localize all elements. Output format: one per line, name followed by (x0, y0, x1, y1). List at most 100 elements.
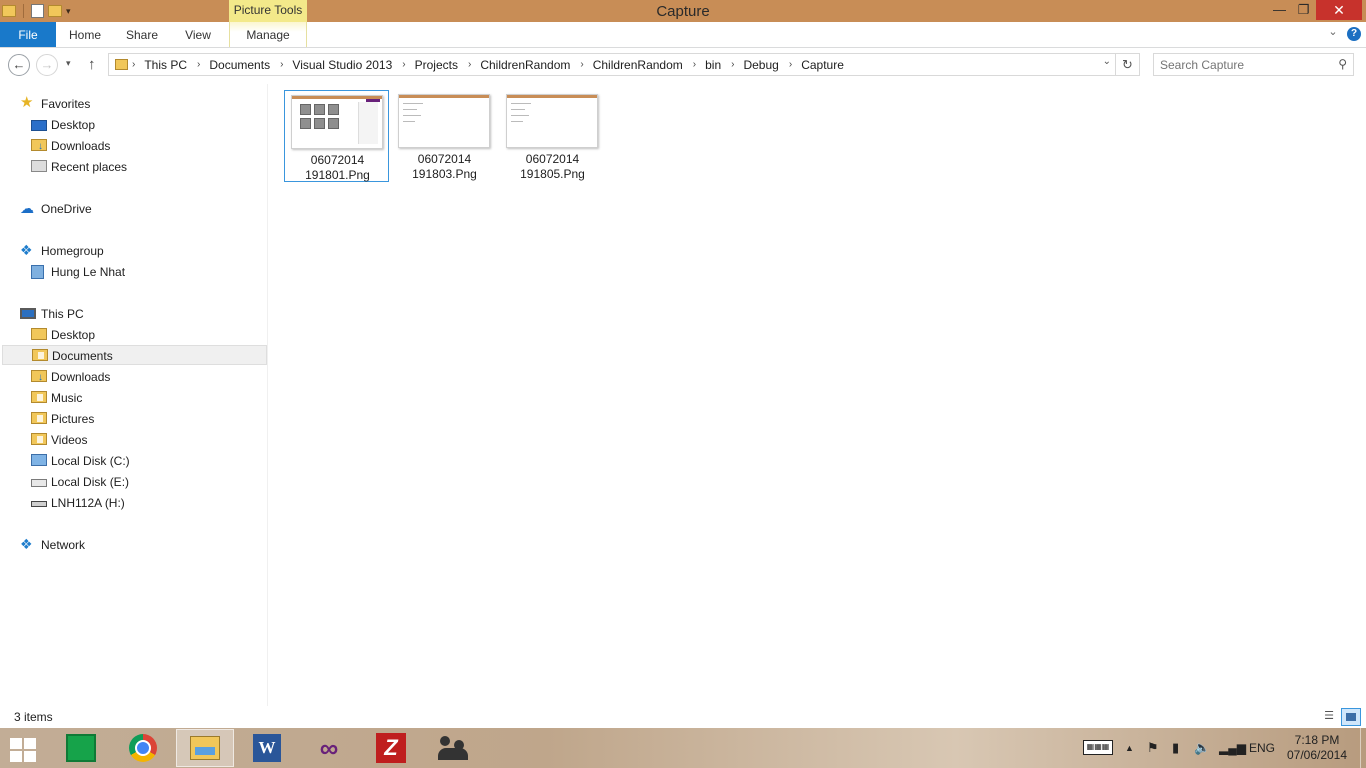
nav-pc-music[interactable]: Music (0, 388, 268, 408)
tab-file[interactable]: File (0, 22, 56, 47)
search-icon[interactable]: ⚲ (1338, 57, 1347, 71)
taskbar-filezilla[interactable]: Z (362, 729, 420, 767)
details-view-icon[interactable]: ☰ (1321, 709, 1337, 725)
pictures-icon (31, 412, 47, 424)
nav-favorites-desktop[interactable]: Desktop (0, 115, 268, 135)
computer-icon (20, 308, 36, 319)
search-box[interactable]: ⚲ (1153, 53, 1354, 76)
file-item[interactable]: 06072014 191805.Png (500, 90, 605, 182)
breadcrumb-childrenrandom[interactable]: ChildrenRandom (480, 58, 570, 72)
nav-recent-places[interactable]: Recent places (0, 157, 268, 177)
file-name-line2: 191805.Png (520, 167, 585, 181)
nav-homegroup-user[interactable]: Hung Le Nhat (0, 262, 268, 282)
file-name-line2: 191801.Png (305, 168, 370, 182)
breadcrumb-this-pc[interactable]: This PC (144, 58, 187, 72)
nav-label: Network (41, 538, 86, 552)
thumbnail-titlebar (507, 95, 597, 98)
nav-onedrive[interactable]: ☁ OneDrive (0, 199, 268, 219)
action-center-flag-icon[interactable]: ⚑ (1147, 728, 1159, 768)
customize-qat-icon[interactable]: ▾ (66, 6, 71, 17)
breadcrumb-projects[interactable]: Projects (415, 58, 458, 72)
nav-homegroup[interactable]: ❖ Homegroup (0, 241, 268, 261)
taskbar-word[interactable]: W (238, 729, 296, 767)
file-explorer-icon (190, 736, 220, 760)
address-dropdown-icon[interactable]: ⌄ (1103, 56, 1111, 67)
nav-pc-downloads[interactable]: Downloads (0, 367, 268, 388)
picture-tools-label: Picture Tools (229, 0, 307, 22)
nav-this-pc[interactable]: This PC (0, 304, 268, 324)
network-signal-icon[interactable]: ▂▄▆ (1219, 728, 1246, 768)
restore-button[interactable]: ❐ (1290, 0, 1317, 20)
folder-icon (115, 59, 128, 70)
nav-pc-videos[interactable]: Videos (0, 430, 268, 450)
breadcrumb-separator[interactable]: › (280, 59, 283, 70)
windows-logo-icon (10, 738, 22, 749)
file-item[interactable]: 06072014 191803.Png (392, 90, 497, 182)
nav-favorites[interactable]: ★ Favorites (0, 94, 268, 114)
quick-access-toolbar: ▾ (0, 0, 71, 22)
nav-usb-drive-h[interactable]: LNH112A (H:) (0, 493, 268, 513)
nav-local-disk-c[interactable]: Local Disk (C:) (0, 451, 268, 471)
search-input[interactable] (1154, 54, 1324, 75)
taskbar-file-explorer[interactable] (176, 729, 234, 767)
show-desktop-button[interactable] (1360, 728, 1366, 768)
people-icon (438, 734, 468, 762)
tab-view[interactable]: View (172, 22, 224, 47)
touch-keyboard-icon[interactable]: ▦▦▦ (1083, 740, 1113, 755)
taskbar-store[interactable] (52, 729, 110, 767)
start-button[interactable] (8, 736, 38, 762)
breadcrumb-separator[interactable]: › (197, 59, 200, 70)
taskbar-visual-studio[interactable]: ∞ (300, 729, 358, 767)
chrome-icon (129, 734, 157, 762)
file-item[interactable]: 06072014 191801.Png (284, 90, 389, 182)
refresh-button[interactable]: ↻ (1116, 53, 1140, 76)
address-bar[interactable]: › This PC › Documents › Visual Studio 20… (108, 53, 1116, 76)
breadcrumb-childrenrandom-2[interactable]: ChildrenRandom (593, 58, 683, 72)
taskbar-chrome[interactable] (114, 729, 172, 767)
volume-icon[interactable]: 🔈 (1194, 728, 1210, 768)
input-language[interactable]: ENG (1249, 728, 1275, 768)
breadcrumb-documents[interactable]: Documents (209, 58, 270, 72)
minimize-button[interactable]: — (1266, 0, 1293, 20)
nav-favorites-downloads[interactable]: Downloads (0, 136, 268, 157)
nav-pc-pictures[interactable]: Pictures (0, 409, 268, 429)
breadcrumb-separator[interactable]: › (693, 59, 696, 70)
forward-button[interactable]: → (36, 54, 58, 76)
breadcrumb-separator[interactable]: › (402, 59, 405, 70)
nav-pc-desktop[interactable]: Desktop (0, 325, 268, 345)
tab-home[interactable]: Home (58, 22, 112, 47)
tab-manage[interactable]: Manage (229, 22, 307, 47)
taskbar-people-app[interactable] (424, 729, 482, 767)
expand-ribbon-icon[interactable]: ⌄ (1325, 25, 1341, 43)
nav-local-disk-e[interactable]: Local Disk (E:) (0, 472, 268, 492)
properties-icon[interactable] (31, 4, 44, 18)
nav-network[interactable]: ❖ Network (0, 535, 268, 555)
breadcrumb-bin[interactable]: bin (705, 58, 721, 72)
clock[interactable]: 7:18 PM 07/06/2014 (1282, 733, 1352, 763)
breadcrumb-separator[interactable]: › (132, 59, 135, 70)
show-hidden-icons-icon[interactable]: ▲ (1125, 728, 1134, 768)
breadcrumb-separator[interactable]: › (580, 59, 583, 70)
clock-date: 07/06/2014 (1286, 748, 1348, 762)
up-button[interactable]: ↑ (88, 56, 96, 73)
breadcrumb-separator[interactable]: › (731, 59, 734, 70)
close-button[interactable]: ✕ (1316, 0, 1362, 20)
ribbon-tabs: File Home Share View Manage ⌄ ? (0, 22, 1366, 48)
new-folder-icon[interactable] (48, 5, 62, 17)
nav-label: Music (51, 391, 83, 405)
help-icon[interactable]: ? (1347, 27, 1361, 41)
thumbnail-line (511, 121, 523, 122)
folder-icon[interactable] (2, 5, 16, 17)
nav-pc-documents[interactable]: Documents (2, 345, 267, 365)
tab-share[interactable]: Share (116, 22, 168, 47)
power-icon[interactable]: ▮ (1172, 728, 1179, 768)
back-button[interactable]: ← (8, 54, 30, 76)
large-icons-view-icon[interactable] (1341, 708, 1361, 726)
breadcrumb-capture[interactable]: Capture (801, 58, 844, 72)
breadcrumb-debug[interactable]: Debug (743, 58, 778, 72)
recent-locations-icon[interactable]: ▾ (66, 58, 71, 69)
breadcrumb-visual-studio[interactable]: Visual Studio 2013 (292, 58, 392, 72)
thumbnail-sidepanel (358, 102, 378, 144)
breadcrumb-separator[interactable]: › (789, 59, 792, 70)
breadcrumb-separator[interactable]: › (468, 59, 471, 70)
